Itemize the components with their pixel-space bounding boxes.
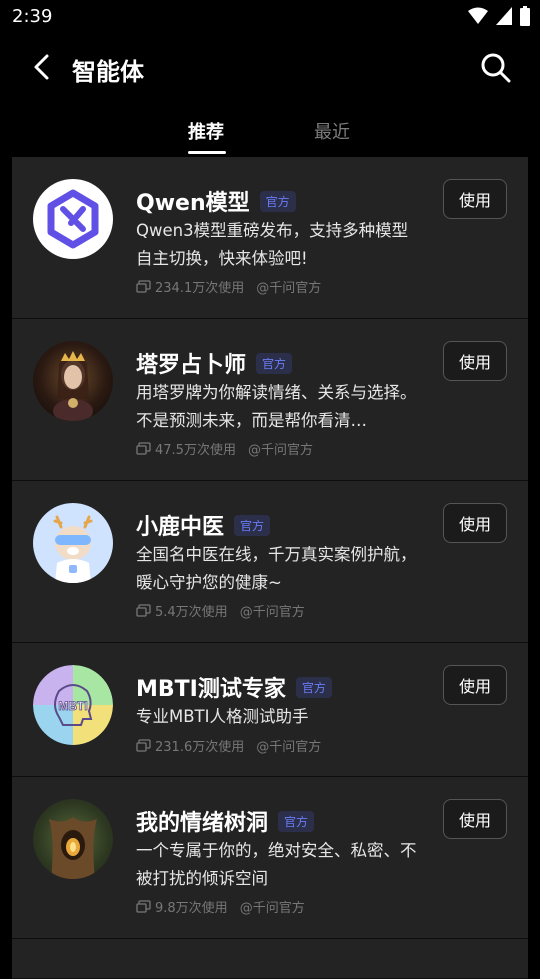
agent-description: 专业MBTI人格测试助手 <box>136 707 309 726</box>
official-badge: 官方 <box>256 352 293 374</box>
agent-author: @千问官方 <box>256 740 322 755</box>
mbti-avatar-label: MBTI <box>58 699 87 713</box>
agent-name: 塔罗占卜师 <box>136 353 247 378</box>
usage-icon <box>136 604 151 617</box>
agent-name: 我的情绪树洞 <box>136 811 269 836</box>
agent-name: MBTI测试专家 <box>136 677 286 702</box>
usage-count: 231.6万次使用 <box>155 740 245 755</box>
agent-description: Qwen3模型重磅发布，支持多种模型自主切换，快来体验吧! <box>136 221 409 268</box>
agent-author: @千问官方 <box>256 281 322 296</box>
usage-icon <box>136 442 151 455</box>
tab-indicator <box>188 151 226 154</box>
official-badge: 官方 <box>278 810 315 832</box>
tab-recommended[interactable]: 推荐 <box>188 118 224 144</box>
agent-card-tcm[interactable]: 小鹿中医 官方 全国名中医在线，千万真实案例护航，暖心守护您的健康~ 5.4万次… <box>12 481 528 643</box>
tab-recent[interactable]: 最近 <box>314 118 350 144</box>
agent-author: @千问官方 <box>247 443 313 458</box>
wifi-icon <box>468 7 488 24</box>
status-bar: 2:39 <box>0 0 540 34</box>
battery-icon <box>520 6 530 26</box>
usage-icon <box>136 900 151 913</box>
agent-meta: 47.5万次使用 @千问官方 <box>136 439 313 458</box>
agent-author: @千问官方 <box>239 901 305 916</box>
use-button[interactable]: 使用 <box>443 799 507 839</box>
usage-count: 47.5万次使用 <box>155 443 236 458</box>
official-badge: 官方 <box>295 676 332 698</box>
agent-card-qwen[interactable]: Qwen模型 官方 Qwen3模型重磅发布，支持多种模型自主切换，快来体验吧! … <box>12 157 528 319</box>
avatar <box>33 179 113 259</box>
back-icon[interactable] <box>26 50 60 84</box>
agent-meta: 231.6万次使用 @千问官方 <box>136 736 321 755</box>
use-button[interactable]: 使用 <box>443 503 507 543</box>
tab-bar: 推荐 最近 <box>0 108 540 156</box>
page-title: 智能体 <box>72 58 144 86</box>
agent-card-partial[interactable] <box>12 939 528 979</box>
official-badge: 官方 <box>234 514 271 536</box>
mbti-avatar-icon: MBTI <box>33 665 113 745</box>
avatar <box>33 799 113 879</box>
agent-meta: 234.1万次使用 @千问官方 <box>136 277 321 296</box>
use-button[interactable]: 使用 <box>443 341 507 381</box>
app-header: 智能体 <box>0 34 540 102</box>
official-badge: 官方 <box>259 190 296 212</box>
search-icon[interactable] <box>478 50 512 84</box>
tree-avatar-icon <box>49 817 97 879</box>
avatar: MBTI <box>33 665 113 745</box>
agent-meta: 5.4万次使用 @千问官方 <box>136 601 305 620</box>
agent-list: Qwen模型 官方 Qwen3模型重磅发布，支持多种模型自主切换，快来体验吧! … <box>12 157 528 979</box>
use-button[interactable]: 使用 <box>443 179 507 219</box>
agent-author: @千问官方 <box>239 605 305 620</box>
status-time: 2:39 <box>12 6 53 27</box>
agent-description: 一个专属于你的，绝对安全、私密、不被打扰的倾诉空间 <box>136 841 417 888</box>
agent-description: 全国名中医在线，千万真实案例护航，暖心守护您的健康~ <box>136 545 417 592</box>
agent-card-treehole[interactable]: 我的情绪树洞 官方 一个专属于你的，绝对安全、私密、不被打扰的倾诉空间 9.8万… <box>12 777 528 939</box>
status-icons <box>468 6 530 26</box>
signal-icon <box>496 7 512 25</box>
usage-count: 234.1万次使用 <box>155 281 245 296</box>
agent-card-tarot[interactable]: 塔罗占卜师 官方 用塔罗牌为你解读情绪、关系与选择。不是预测未来，而是帮你看清…… <box>12 319 528 481</box>
agent-name: 小鹿中医 <box>136 515 225 540</box>
agent-description: 用塔罗牌为你解读情绪、关系与选择。不是预测未来，而是帮你看清… <box>136 383 417 430</box>
agent-card-mbti[interactable]: MBTI MBTI测试专家 官方 专业MBTI人格测试助手 231.6万次使用 … <box>12 643 528 777</box>
deer-avatar-icon <box>53 515 93 583</box>
use-button[interactable]: 使用 <box>443 665 507 705</box>
usage-icon <box>136 739 151 752</box>
tarot-avatar-icon <box>53 351 93 421</box>
agent-name: Qwen模型 <box>136 191 250 216</box>
usage-count: 9.8万次使用 <box>155 901 228 916</box>
qwen-logo-icon <box>47 189 99 249</box>
agent-meta: 9.8万次使用 @千问官方 <box>136 897 305 916</box>
usage-icon <box>136 280 151 293</box>
avatar <box>33 503 113 583</box>
avatar <box>33 341 113 421</box>
usage-count: 5.4万次使用 <box>155 605 228 620</box>
